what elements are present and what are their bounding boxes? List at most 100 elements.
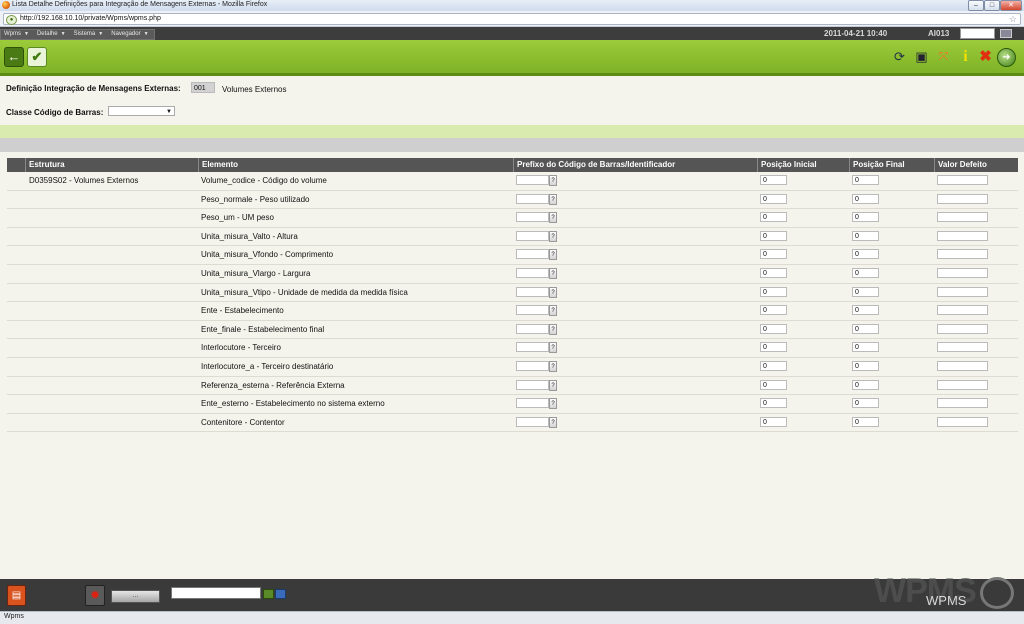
end-position-input[interactable]: 0 — [852, 398, 879, 409]
default-value-input[interactable] — [937, 193, 988, 204]
refresh-icon[interactable]: ⟳ — [891, 48, 908, 65]
default-value-input[interactable] — [937, 360, 988, 371]
close-icon[interactable]: ✖ — [977, 48, 994, 65]
prefix-input[interactable] — [516, 230, 549, 241]
user-input[interactable] — [960, 28, 995, 39]
start-position-input[interactable]: 0 — [760, 212, 787, 223]
start-position-input[interactable]: 0 — [760, 342, 787, 353]
default-value-input[interactable] — [937, 230, 988, 241]
start-position-input[interactable]: 0 — [760, 193, 787, 204]
start-position-input[interactable]: 0 — [760, 175, 787, 185]
prefix-input[interactable] — [516, 249, 549, 260]
prefix-help-button[interactable]: ? — [549, 286, 557, 298]
prefix-input[interactable] — [516, 379, 549, 390]
prefix-help-button[interactable]: ? — [549, 360, 557, 372]
start-position-input[interactable]: 0 — [760, 230, 787, 241]
end-position-input[interactable]: 0 — [852, 212, 879, 223]
end-position-input[interactable]: 0 — [852, 360, 879, 371]
end-position-input[interactable]: 0 — [852, 230, 879, 241]
default-value-input[interactable] — [937, 212, 988, 223]
bottom-action-button[interactable]: ... — [111, 590, 160, 603]
prefix-help-button[interactable]: ? — [549, 193, 557, 205]
export-icon[interactable]: ▣ — [913, 48, 930, 65]
start-position-input[interactable]: 0 — [760, 267, 787, 278]
prefix-input[interactable] — [516, 305, 549, 316]
end-position-input[interactable]: 0 — [852, 286, 879, 297]
url-field[interactable]: ● http://192.168.10.10/private/Wpms/wpms… — [3, 13, 1021, 25]
menu-wpms[interactable]: Wpms ▼ — [1, 30, 34, 39]
caret-down-icon: ▼ — [98, 31, 104, 37]
header-elemento: Elemento — [198, 158, 513, 172]
bug-icon[interactable]: ✹ — [85, 585, 105, 606]
default-value-input[interactable] — [937, 416, 988, 427]
menu-navegador[interactable]: Navegador ▼ — [108, 30, 153, 39]
default-value-input[interactable] — [937, 249, 988, 260]
menu-sistema[interactable]: Sistema ▼ — [71, 30, 109, 39]
prefix-input[interactable] — [516, 193, 549, 204]
end-position-input[interactable]: 0 — [852, 305, 879, 316]
prefix-help-button[interactable]: ? — [549, 379, 557, 391]
prefix-help-button[interactable]: ? — [549, 342, 557, 354]
prefix-help-button[interactable]: ? — [549, 305, 557, 317]
start-position-input[interactable]: 0 — [760, 416, 787, 427]
default-value-input[interactable] — [937, 286, 988, 297]
document-icon[interactable]: ▤ — [7, 585, 26, 606]
prefix-input[interactable] — [516, 360, 549, 371]
prefix-input[interactable] — [516, 175, 549, 185]
prefix-input[interactable] — [516, 212, 549, 223]
end-position-input[interactable]: 0 — [852, 175, 879, 185]
menu-detalhe[interactable]: Detalhe ▼ — [34, 30, 71, 39]
prefix-help-button[interactable]: ? — [549, 230, 557, 242]
info-icon[interactable]: i — [957, 48, 974, 65]
prefix-help-button[interactable]: ? — [549, 212, 557, 224]
end-position-input[interactable]: 0 — [852, 193, 879, 204]
prefix-input[interactable] — [516, 398, 549, 409]
prefix-input[interactable] — [516, 323, 549, 334]
monitor-icon[interactable] — [1000, 29, 1012, 38]
end-position-input[interactable]: 0 — [852, 249, 879, 260]
maximize-button[interactable]: □ — [984, 0, 1000, 11]
prefix-input[interactable] — [516, 286, 549, 297]
prefix-input[interactable] — [516, 416, 549, 427]
prefix-help-button[interactable]: ? — [549, 267, 557, 279]
start-position-input[interactable]: 0 — [760, 323, 787, 334]
site-identity-icon[interactable]: ● — [6, 15, 17, 25]
start-position-input[interactable]: 0 — [760, 286, 787, 297]
prefix-help-button[interactable]: ? — [549, 398, 557, 410]
end-position-input[interactable]: 0 — [852, 416, 879, 427]
bookmark-star-icon[interactable]: ☆ — [1009, 14, 1017, 24]
default-value-input[interactable] — [937, 379, 988, 390]
start-position-input[interactable]: 0 — [760, 398, 787, 409]
minimize-button[interactable]: – — [968, 0, 984, 11]
execute-icon[interactable] — [263, 589, 274, 599]
default-value-input[interactable] — [937, 305, 988, 316]
default-value-input[interactable] — [937, 267, 988, 278]
start-position-input[interactable]: 0 — [760, 360, 787, 371]
end-position-input[interactable]: 0 — [852, 323, 879, 334]
default-value-input[interactable] — [937, 175, 988, 185]
start-position-input[interactable]: 0 — [760, 249, 787, 260]
prefix-help-button[interactable]: ? — [549, 249, 557, 261]
barcode-class-label: Classe Código de Barras: — [6, 108, 104, 117]
prefix-input[interactable] — [516, 342, 549, 353]
confirm-check-icon[interactable]: ✔ — [27, 47, 47, 67]
barcode-class-select[interactable]: ▼ — [108, 106, 175, 116]
default-value-input[interactable] — [937, 323, 988, 334]
end-position-input[interactable]: 0 — [852, 379, 879, 390]
screen-icon[interactable] — [275, 589, 286, 599]
start-position-input[interactable]: 0 — [760, 305, 787, 316]
bottom-input[interactable] — [171, 587, 261, 599]
prefix-help-button[interactable]: ? — [549, 175, 557, 186]
end-position-input[interactable]: 0 — [852, 267, 879, 278]
prefix-help-button[interactable]: ? — [549, 416, 557, 428]
expand-icon[interactable]: ⤧ — [935, 48, 952, 65]
end-position-input[interactable]: 0 — [852, 342, 879, 353]
prefix-input[interactable] — [516, 267, 549, 278]
default-value-input[interactable] — [937, 342, 988, 353]
start-position-input[interactable]: 0 — [760, 379, 787, 390]
logout-icon[interactable]: ➜ — [997, 48, 1016, 67]
prefix-help-button[interactable]: ? — [549, 323, 557, 335]
window-close-button[interactable]: ✕ — [1000, 0, 1022, 11]
back-arrow-icon[interactable]: ← — [4, 47, 24, 67]
default-value-input[interactable] — [937, 398, 988, 409]
